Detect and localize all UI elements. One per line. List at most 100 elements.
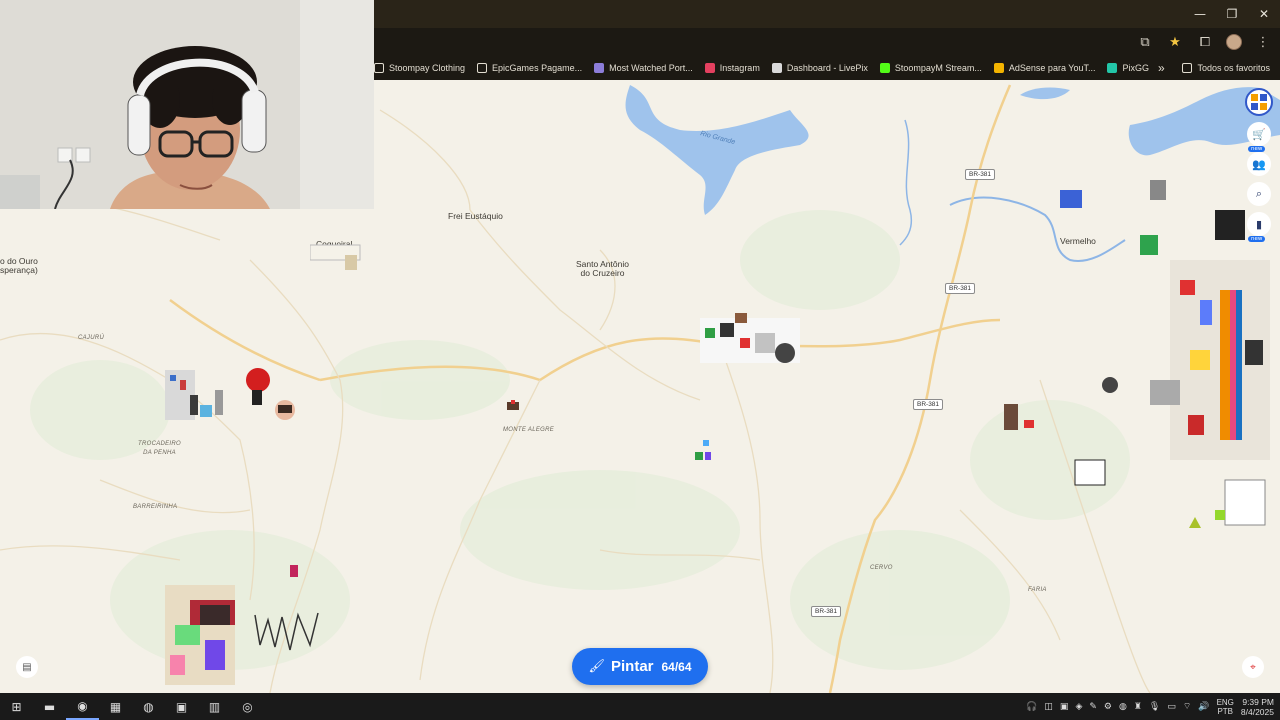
all-bookmarks-label: Todos os favoritos [1197, 63, 1270, 73]
paint-button-label: Pintar [610, 658, 654, 675]
teams-icon: ▦ [109, 699, 122, 714]
taskbar-app[interactable]: ◉ [66, 693, 99, 720]
locate-button[interactable]: ⌖ [1242, 656, 1264, 678]
instagram-icon [704, 63, 715, 73]
road-shield: BR-381 [811, 606, 842, 617]
taskbar-apps: ⊞ ▬ ◉ ▦ ◍ ▣ ▥ ◎ [0, 693, 264, 720]
tray-app-icon[interactable]: ▣ [1060, 702, 1069, 712]
layers-icon: ▤ [22, 661, 32, 673]
paint-charges-count: 64/64 [661, 659, 692, 674]
road-shield: BR-381 [913, 399, 944, 410]
extensions-icon[interactable]: ⧠ [1196, 33, 1214, 51]
side-toolbar: 🛒 new 👥 ⌕ ▮ new [1244, 88, 1274, 242]
folder-icon [374, 63, 384, 73]
bookmark-item[interactable]: AdSense para YouT... [993, 63, 1096, 73]
window-controls: — ❐ ✕ [1184, 0, 1280, 28]
road-shield: BR-381 [965, 169, 996, 180]
pixel-art [507, 400, 519, 410]
pixel-art [1189, 517, 1201, 528]
district-label: BARREIRINHA [133, 504, 178, 510]
discord-icon: ◍ [143, 699, 154, 714]
bookmarks-overflow-button[interactable]: » [1158, 56, 1165, 80]
place-label: o do Ouro sperança) [0, 256, 38, 275]
site-icon [594, 63, 605, 73]
microphone-icon[interactable]: 🎙 [1149, 702, 1160, 712]
folder-icon [477, 63, 488, 73]
pixel-art [1004, 404, 1034, 430]
taskbar-app[interactable]: ▥ [198, 693, 231, 720]
minimize-button[interactable]: — [1184, 0, 1216, 28]
taskbar-app[interactable]: ▬ [33, 693, 66, 720]
new-badge: new [1248, 236, 1266, 242]
bookmark-label: Instagram [719, 63, 760, 73]
taskbar-app[interactable]: ⊞ [0, 693, 33, 720]
cart-button[interactable]: 🛒 new [1247, 122, 1271, 152]
close-button[interactable]: ✕ [1248, 0, 1280, 28]
bookmark-item[interactable]: PixGG [1107, 63, 1149, 73]
livepix-icon [771, 63, 782, 73]
taskbar-app[interactable]: ◎ [231, 693, 264, 720]
taskbar-app[interactable]: ▦ [99, 693, 132, 720]
volume-icon[interactable]: 🔊 [1198, 702, 1209, 712]
tray-app-icon[interactable]: ◈ [1075, 702, 1082, 712]
users-button[interactable]: 👥 [1247, 152, 1271, 176]
tray-app-icon[interactable]: ✎ [1089, 702, 1097, 712]
district-label: MONTE ALEGRE [503, 427, 555, 433]
tray-app-icon[interactable]: ♜ [1134, 702, 1142, 712]
bookmark-item[interactable]: Instagram [704, 63, 760, 73]
wifi-icon[interactable]: ⌔ [1183, 701, 1191, 712]
district-label: TROCADEIRO DA PENHA [138, 441, 182, 456]
restore-button[interactable]: ❐ [1216, 0, 1248, 28]
bookmark-item[interactable]: Most Watched Port... [594, 63, 693, 73]
leaderboard-icon: ▮ [1255, 217, 1263, 231]
bookmark-item[interactable]: StoompayM Stream... [879, 63, 982, 73]
keyboard-layout: PTB [1217, 706, 1234, 716]
brush-icon: 🖌 [588, 659, 605, 674]
clock[interactable]: 9:39 PM 8/4/2025 [1241, 697, 1274, 717]
locate-icon: ⌖ [1250, 661, 1256, 673]
bookmark-item[interactable]: Stoompay Clothing [374, 63, 465, 73]
windows-start-icon: ⊞ [11, 699, 22, 714]
all-bookmarks-button[interactable]: Todos os favoritos [1182, 56, 1270, 80]
install-app-icon[interactable]: ⧉ [1136, 33, 1154, 51]
taskbar-app[interactable]: ▣ [165, 693, 198, 720]
pixel-art-cluster [700, 313, 800, 363]
minecraft-icon: ▣ [175, 699, 188, 714]
bookmark-label: Dashboard - LivePix [786, 63, 868, 73]
bookmark-star-icon[interactable]: ★ [1166, 33, 1184, 51]
bookmark-item[interactable]: EpicGames Pagame... [477, 63, 582, 73]
file-explorer-icon: ▬ [43, 699, 56, 714]
language-indicator[interactable]: ENG PTB [1217, 698, 1234, 716]
taskbar-app[interactable]: ◍ [132, 693, 165, 720]
bookmark-label: Most Watched Port... [609, 63, 693, 73]
system-tray: 🎧 ◫ ▣ ◈ ✎ ⚙ ◍ ♜ 🎙 ▭ ⌔ 🔊 ENG PTB 9:39 PM … [1026, 693, 1274, 720]
bookmark-item[interactable]: Dashboard - LivePix [771, 63, 868, 73]
district-label: CERVO [870, 565, 893, 571]
pixel-art-cluster [165, 368, 295, 420]
folder-icon [1182, 63, 1193, 73]
tray-app-icon[interactable]: ◍ [1119, 702, 1127, 712]
cart-icon: 🛒 [1252, 127, 1266, 141]
bookmark-label: EpicGames Pagame... [492, 63, 583, 73]
logo-icon [1251, 94, 1267, 110]
adsense-icon [993, 63, 1004, 73]
menu-kebab-icon[interactable]: ⋮ [1254, 33, 1272, 51]
windows-taskbar: ⊞ ▬ ◉ ▦ ◍ ▣ ▥ ◎ 🎧 ◫ ▣ ◈ ✎ ⚙ ◍ ♜ 🎙 ▭ ⌔ 🔊 ENG PTB… [0, 693, 1280, 720]
profile-avatar[interactable] [1226, 34, 1242, 50]
district-label: CAJURÚ [78, 335, 105, 341]
headset-icon[interactable]: 🎧 [1026, 702, 1037, 712]
bookmark-label: PixGG [1122, 63, 1149, 73]
paint-button[interactable]: 🖌 Pintar 64/64 [572, 648, 708, 685]
bookmark-label: StoompayM Stream... [894, 63, 982, 73]
layers-button[interactable]: ▤ [16, 656, 38, 678]
bookmark-label: AdSense para YouT... [1008, 63, 1096, 73]
kick-icon [879, 63, 890, 73]
app-logo-button[interactable] [1245, 88, 1273, 116]
leaderboard-button[interactable]: ▮ new [1247, 212, 1271, 242]
chrome-icon: ◉ [77, 698, 88, 713]
tray-app-icon[interactable]: ⚙ [1104, 702, 1112, 712]
search-button[interactable]: ⌕ [1247, 182, 1271, 206]
language-code: ENG [1216, 697, 1234, 707]
battery-icon[interactable]: ▭ [1167, 702, 1176, 712]
tray-app-icon[interactable]: ◫ [1044, 702, 1053, 712]
